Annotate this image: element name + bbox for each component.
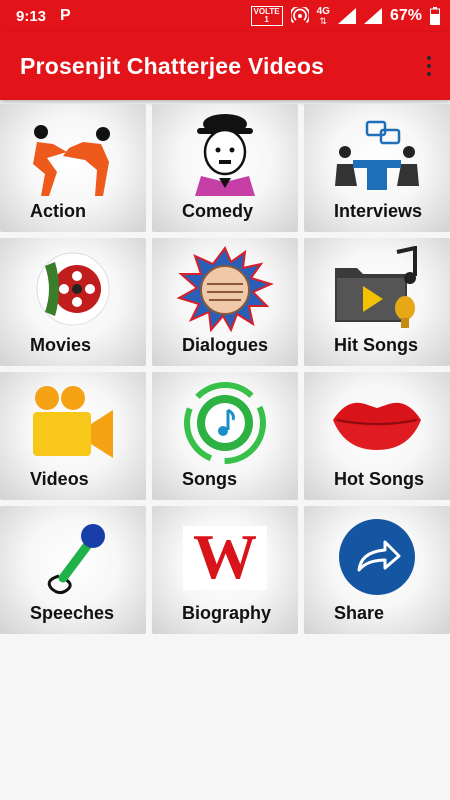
share-arrow-icon (327, 514, 427, 600)
tile-label: Speeches (30, 603, 115, 623)
hotspot-icon (290, 7, 309, 24)
tile-label: Comedy (182, 201, 254, 221)
battery-icon (430, 7, 440, 25)
signal-icon (337, 8, 356, 24)
video-camera-icon (23, 380, 123, 466)
overflow-menu-icon[interactable] (418, 48, 440, 84)
fighting-figures-icon (23, 112, 123, 198)
tile-hot-songs[interactable]: Hot Songs (304, 372, 450, 500)
status-bar: 9:13 P VOLTE 1 4G ⇅ 67% (0, 0, 450, 32)
svg-text:W: W (193, 521, 257, 592)
tile-comedy[interactable]: Comedy (152, 104, 298, 232)
tile-speeches[interactable]: Speeches (0, 506, 146, 634)
tile-label: Hot Songs (334, 469, 424, 489)
wikipedia-w-icon: W (175, 514, 275, 600)
tile-share[interactable]: Share (304, 506, 450, 634)
app-notification-icon: P (60, 7, 71, 24)
music-folder-icon (327, 246, 427, 332)
film-reel-icon (23, 246, 123, 332)
tile-label: Hit Songs (334, 335, 418, 355)
charlie-chaplin-icon (175, 112, 275, 198)
tile-hit-songs[interactable]: Hit Songs (304, 238, 450, 366)
microphone-icon (23, 514, 123, 600)
tile-label: Interviews (334, 201, 423, 221)
app-bar: Prosenjit Chatterjee Videos (0, 32, 450, 100)
tile-action[interactable]: Action (0, 104, 146, 232)
tile-songs[interactable]: Songs (152, 372, 298, 500)
tile-label: Songs (182, 469, 238, 489)
page-title: Prosenjit Chatterjee Videos (20, 52, 325, 79)
clock: 9:13 (16, 7, 47, 25)
status-icons: VOLTE 1 4G ⇅ 67% (250, 5, 440, 26)
tile-dialogues[interactable]: Dialogues (152, 238, 298, 366)
interview-meeting-icon (327, 112, 427, 198)
tile-label: Share (334, 603, 385, 623)
red-lips-icon (327, 380, 427, 466)
battery-percent: 67% (389, 7, 422, 24)
network-type-icon: 4G ⇅ (316, 5, 330, 26)
tile-label: Videos (30, 469, 89, 489)
music-note-swirl-icon (175, 380, 275, 466)
tile-label: Dialogues (182, 335, 269, 355)
tile-label: Movies (30, 335, 92, 355)
tile-movies[interactable]: Movies (0, 238, 146, 366)
punching-fist-icon (175, 246, 275, 332)
volte-icon: VOLTE 1 (250, 6, 283, 26)
tile-label: Biography (182, 603, 272, 623)
tile-biography[interactable]: W Biography (152, 506, 298, 634)
signal-icon-2 (363, 8, 382, 24)
tile-videos[interactable]: Videos (0, 372, 146, 500)
tile-interviews[interactable]: Interviews (304, 104, 450, 232)
tile-label: Action (30, 201, 86, 221)
